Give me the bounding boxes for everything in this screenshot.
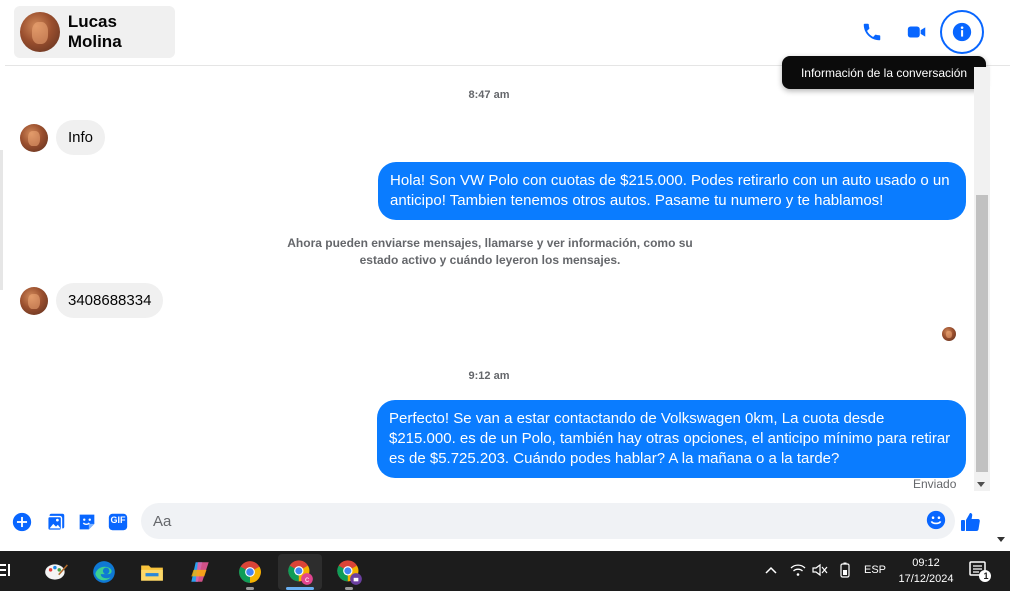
outgoing-message-bubble[interactable]: Perfecto! Se van a estar contactando de … [377, 400, 966, 478]
outgoing-message-bubble[interactable]: Hola! Son VW Polo con cuotas de $215.000… [378, 162, 966, 220]
battery-icon [840, 562, 850, 578]
sender-avatar[interactable] [20, 123, 48, 152]
scrollbar-thumb[interactable] [976, 195, 988, 472]
incoming-message-row: Info [20, 120, 106, 155]
taskbar-app-chrome[interactable] [228, 554, 272, 590]
notification-center-button[interactable]: 1 [968, 559, 992, 583]
sticker-icon [79, 514, 95, 530]
taskbar-app-chrome-profile-c[interactable]: c [278, 554, 322, 590]
message-input-container[interactable] [141, 503, 955, 539]
network-button[interactable] [790, 563, 806, 580]
message-input[interactable] [153, 503, 913, 539]
message-composer: GIF [5, 495, 1010, 547]
emoji-button[interactable] [925, 509, 949, 533]
battery-button[interactable] [838, 562, 852, 581]
gif-button[interactable]: GIF [106, 510, 130, 534]
paint-icon [45, 564, 68, 580]
message-thread: 8:47 am Info Hola! Son VW Polo con cuota… [5, 67, 973, 491]
more-actions-button[interactable] [10, 510, 34, 534]
add-icon [12, 512, 32, 532]
notification-count: 1 [983, 571, 989, 581]
wifi-icon [790, 564, 806, 576]
delivery-status: Enviado [913, 477, 957, 491]
messenger-window: Lucas Molina Información de la conversac… [0, 0, 1010, 551]
gif-label: GIF [110, 515, 126, 525]
edge-icon [93, 561, 115, 583]
windows-taskbar: c ESP 09:12 17/12/2024 1 [0, 551, 1010, 591]
phone-call-button[interactable] [856, 16, 888, 48]
video-call-button[interactable] [901, 16, 933, 48]
message-timestamp: 9:12 am [468, 370, 510, 382]
system-clock[interactable]: 09:12 17/12/2024 [888, 555, 964, 587]
chevron-up-icon [765, 566, 777, 574]
system-notice: Ahora pueden enviarse mensajes, llamarse… [287, 236, 693, 267]
scroll-down-arrow-icon[interactable] [977, 482, 985, 487]
send-like-button[interactable] [959, 510, 983, 534]
photo-icon [47, 513, 65, 531]
emoji-icon [926, 510, 946, 530]
chrome-icon [239, 561, 261, 583]
sticker-button[interactable] [75, 510, 99, 534]
volume-muted-icon [812, 563, 828, 577]
incoming-message-row: 3408688334 [20, 283, 164, 318]
like-icon [961, 513, 980, 531]
page-scroll-down-arrow-icon[interactable] [997, 537, 1005, 542]
incoming-message-bubble[interactable]: Info [56, 120, 106, 155]
taskbar-app-chrome-profile-lock[interactable] [327, 554, 371, 590]
contact-profile-button[interactable]: Lucas Molina [14, 6, 175, 58]
conversation-info-button[interactable] [940, 10, 984, 54]
taskbar-app-file-explorer[interactable] [130, 554, 174, 590]
message-timestamp: 8:47 am [468, 89, 510, 101]
video-icon [907, 26, 926, 38]
svg-text:c: c [305, 575, 309, 584]
phone-icon [863, 23, 881, 41]
show-hidden-icons-button[interactable] [764, 563, 778, 580]
taskbar-app-copilot[interactable] [178, 554, 222, 590]
taskbar-app-paint[interactable] [34, 554, 78, 590]
incoming-message-bubble[interactable]: 3408688334 [56, 283, 164, 318]
task-view-icon[interactable] [0, 561, 10, 579]
copilot-icon [191, 562, 209, 582]
taskbar-app-edge[interactable] [82, 554, 126, 590]
input-language[interactable]: ESP [864, 564, 886, 576]
clock-date: 17/12/2024 [898, 573, 954, 585]
volume-button[interactable] [812, 563, 828, 580]
file-explorer-icon [141, 565, 163, 581]
chrome-profile-c-icon: c [288, 560, 313, 585]
chrome-profile-lock-icon [337, 560, 362, 585]
attach-photo-button[interactable] [44, 510, 68, 534]
info-icon [952, 22, 972, 42]
clock-time: 09:12 [912, 557, 940, 569]
thread-scrollbar[interactable] [974, 67, 990, 491]
contact-name: Lucas Molina [67, 12, 122, 51]
read-receipt-avatar [942, 327, 956, 341]
contact-avatar [20, 12, 60, 52]
sender-avatar[interactable] [20, 286, 48, 315]
